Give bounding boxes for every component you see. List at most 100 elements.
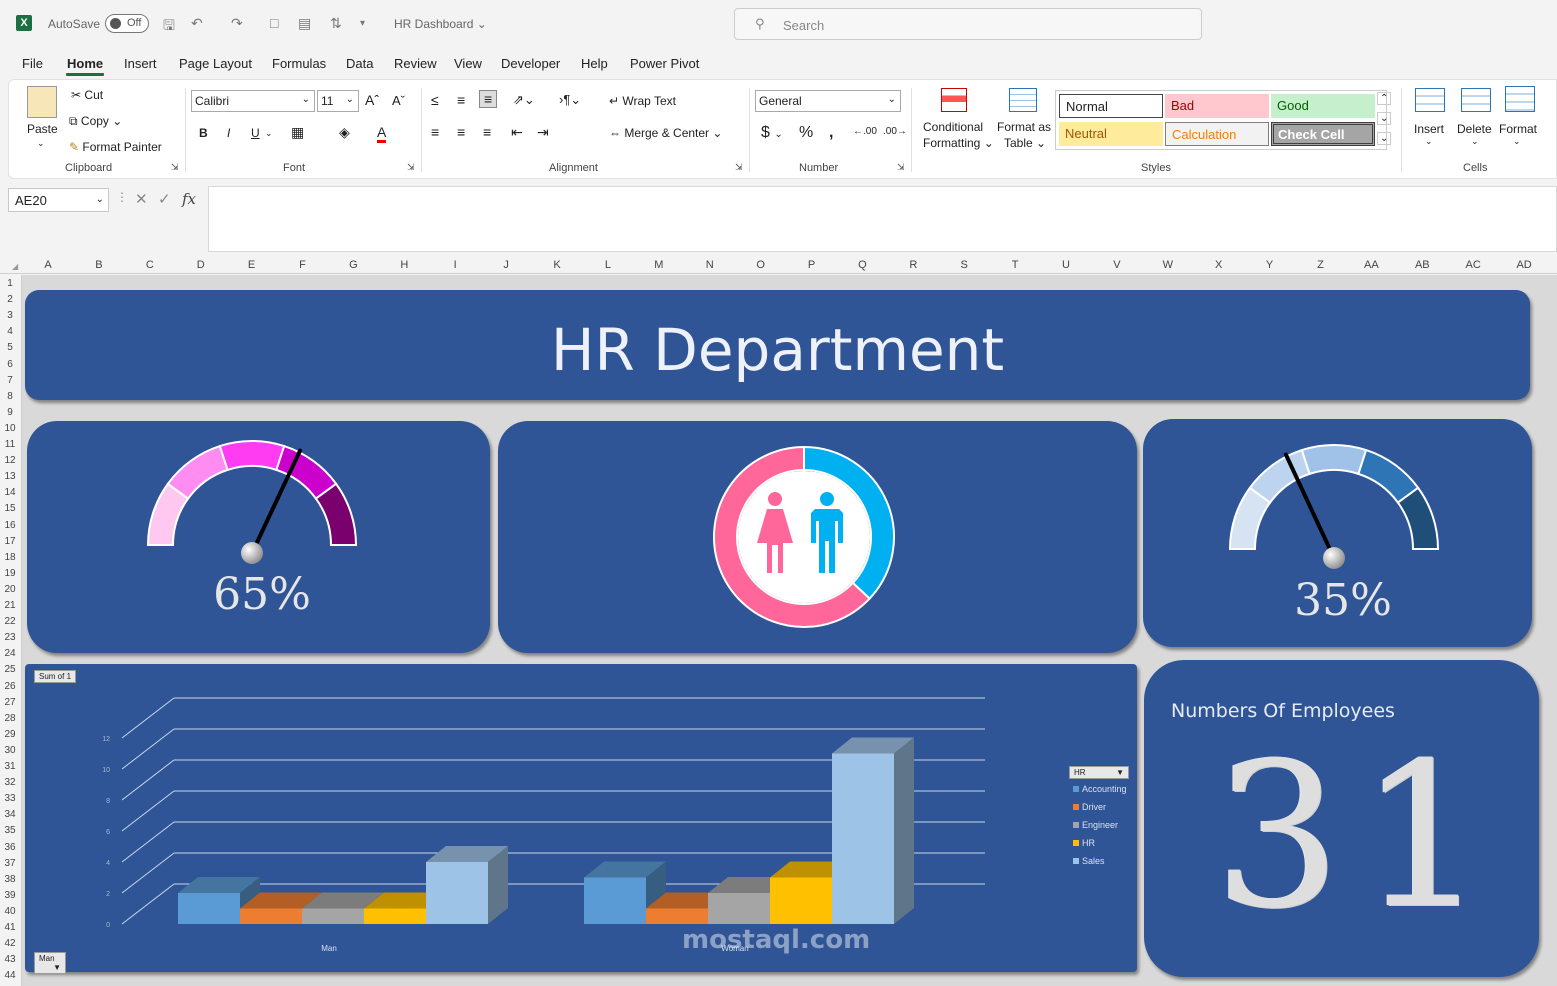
column-header[interactable]: R xyxy=(909,259,917,271)
wrap-text-button[interactable]: ↵ Wrap Text xyxy=(609,94,676,108)
row-header[interactable]: 43 xyxy=(0,954,20,965)
row-header[interactable]: 44 xyxy=(0,970,20,981)
row-header[interactable]: 21 xyxy=(0,600,20,611)
increase-indent-icon[interactable]: ⇥ xyxy=(537,124,549,141)
merge-center-button[interactable]: ⇔ Merge & Center ⌄ xyxy=(609,126,722,140)
row-header[interactable]: 34 xyxy=(0,809,20,820)
cut-button[interactable]: ✂ Cut xyxy=(71,88,103,102)
row-header[interactable]: 7 xyxy=(0,375,20,386)
column-header[interactable]: AA xyxy=(1364,259,1379,271)
align-bottom-icon[interactable]: ≡ xyxy=(479,90,498,108)
search-box[interactable]: ⚲ Search xyxy=(734,8,1202,40)
redo-icon[interactable]: ↷ xyxy=(231,15,243,32)
format-cells-button[interactable]: Format xyxy=(1499,122,1537,136)
row-header[interactable]: 24 xyxy=(0,648,20,659)
column-header[interactable]: V xyxy=(1113,259,1120,271)
style-neutral[interactable]: Neutral xyxy=(1059,122,1163,146)
column-header[interactable]: F xyxy=(299,259,306,271)
align-left-icon[interactable]: ≡ xyxy=(431,124,439,140)
style-bad[interactable]: Bad xyxy=(1165,94,1269,118)
format-dropdown-icon[interactable]: ⌄ xyxy=(1513,136,1521,147)
more-options-icon[interactable]: ⋮ xyxy=(116,190,128,204)
paste-button[interactable]: Paste xyxy=(27,122,58,136)
row-header[interactable]: 31 xyxy=(0,761,20,772)
row-header[interactable]: 16 xyxy=(0,520,20,531)
row-header[interactable]: 37 xyxy=(0,858,20,869)
style-good[interactable]: Good xyxy=(1271,94,1375,118)
copy-button[interactable]: ⧉ Copy ⌄ xyxy=(69,114,122,129)
align-middle-icon[interactable]: ≡ xyxy=(457,92,465,108)
text-direction-icon[interactable]: ›¶⌄ xyxy=(559,92,581,108)
delete-dropdown-icon[interactable]: ⌄ xyxy=(1471,136,1479,147)
tab-home[interactable]: Home xyxy=(67,56,103,71)
row-header[interactable]: 5 xyxy=(0,342,20,353)
column-header[interactable]: N xyxy=(706,259,714,271)
increase-font-icon[interactable]: Aˆ xyxy=(365,92,379,108)
legend-field-button[interactable]: HR ▼ xyxy=(1069,766,1129,779)
tab-insert[interactable]: Insert xyxy=(124,56,157,71)
borders-icon[interactable]: ▦ xyxy=(291,124,304,141)
row-header[interactable]: 3 xyxy=(0,310,20,321)
row-header[interactable]: 8 xyxy=(0,391,20,402)
bold-button[interactable]: B xyxy=(199,126,208,140)
paste-icon[interactable] xyxy=(27,86,57,118)
document-title[interactable]: HR Dashboard ⌄ xyxy=(394,17,487,31)
row-header[interactable]: 28 xyxy=(0,713,20,724)
format-cells-icon[interactable] xyxy=(1505,86,1535,112)
row-header[interactable]: 10 xyxy=(0,423,20,434)
row-header[interactable]: 25 xyxy=(0,664,20,675)
italic-button[interactable]: I xyxy=(227,126,230,140)
column-header[interactable]: W xyxy=(1163,259,1173,271)
percent-icon[interactable]: % xyxy=(799,124,813,142)
cancel-icon[interactable]: ✕ xyxy=(135,190,148,208)
conditional-formatting-button[interactable]: Conditional xyxy=(923,120,983,134)
column-header[interactable]: B xyxy=(95,259,102,271)
row-header[interactable]: 18 xyxy=(0,552,20,563)
row-header[interactable]: 15 xyxy=(0,503,20,514)
column-header[interactable]: AC xyxy=(1466,259,1481,271)
column-header[interactable]: K xyxy=(553,259,560,271)
row-header[interactable]: 36 xyxy=(0,842,20,853)
row-header[interactable]: 23 xyxy=(0,632,20,643)
row-header[interactable]: 35 xyxy=(0,825,20,836)
row-header[interactable]: 32 xyxy=(0,777,20,788)
row-header[interactable]: 33 xyxy=(0,793,20,804)
insert-function-icon[interactable]: fx xyxy=(182,190,196,208)
styles-scroll-down-icon[interactable]: ⌄ xyxy=(1377,112,1392,125)
select-all-icon[interactable]: ◢ xyxy=(12,262,18,271)
styles-more-icon[interactable]: ⌄ xyxy=(1377,132,1392,145)
format-as-table-button[interactable]: Format as xyxy=(997,120,1051,134)
row-header[interactable]: 30 xyxy=(0,745,20,756)
row-header[interactable]: 26 xyxy=(0,681,20,692)
column-header[interactable]: H xyxy=(400,259,408,271)
column-header[interactable]: M xyxy=(654,259,663,271)
alignment-launcher-icon[interactable]: ⇲ xyxy=(735,162,743,173)
column-header[interactable]: Z xyxy=(1317,259,1324,271)
row-header[interactable]: 11 xyxy=(0,439,20,450)
worksheet-grid[interactable]: HR Department 65% 35% Sum of 1 0 2 4 6 8 10 12… xyxy=(22,275,1557,986)
row-header[interactable]: 13 xyxy=(0,471,20,482)
decrease-indent-icon[interactable]: ⇤ xyxy=(511,124,523,141)
font-size-combo[interactable]: 11 ⌄ xyxy=(317,90,359,112)
tab-formulas[interactable]: Formulas xyxy=(272,56,326,71)
axis-field-button[interactable]: Man ▼ xyxy=(34,952,66,974)
column-header[interactable]: D xyxy=(197,259,205,271)
orientation-icon[interactable]: ⇗⌄ xyxy=(513,92,535,108)
style-normal[interactable]: Normal xyxy=(1059,94,1163,118)
column-header[interactable]: U xyxy=(1062,259,1070,271)
column-header[interactable]: AD xyxy=(1516,259,1531,271)
column-header[interactable]: P xyxy=(808,259,815,271)
column-header[interactable]: G xyxy=(349,259,358,271)
tab-help[interactable]: Help xyxy=(581,56,608,71)
format-as-table-icon[interactable] xyxy=(1009,88,1037,112)
autosave-toggle[interactable]: Off xyxy=(105,14,149,33)
row-header[interactable]: 2 xyxy=(0,294,20,305)
fill-color-icon[interactable]: ◈ xyxy=(339,124,350,141)
name-box[interactable]: AE20 ⌄ xyxy=(8,188,109,212)
increase-decimal-icon[interactable]: ←.00 xyxy=(853,126,877,137)
undo-icon[interactable]: ↶ xyxy=(191,15,203,32)
column-header[interactable]: X xyxy=(1215,259,1222,271)
row-header[interactable]: 4 xyxy=(0,326,20,337)
tab-data[interactable]: Data xyxy=(346,56,373,71)
row-header[interactable]: 40 xyxy=(0,906,20,917)
